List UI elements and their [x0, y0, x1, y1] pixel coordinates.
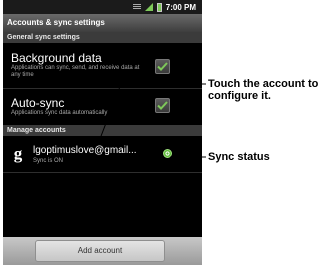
account-callout-line1: Touch the account to: [208, 78, 319, 90]
account-callout-line2: configure it.: [208, 90, 271, 102]
account-callout-text: Touch the account to configure it.: [208, 78, 318, 102]
callout-lines: [97, 83, 206, 158]
sync-status-callout-text: Sync status: [208, 151, 270, 163]
account-callout-line: [97, 83, 206, 145]
